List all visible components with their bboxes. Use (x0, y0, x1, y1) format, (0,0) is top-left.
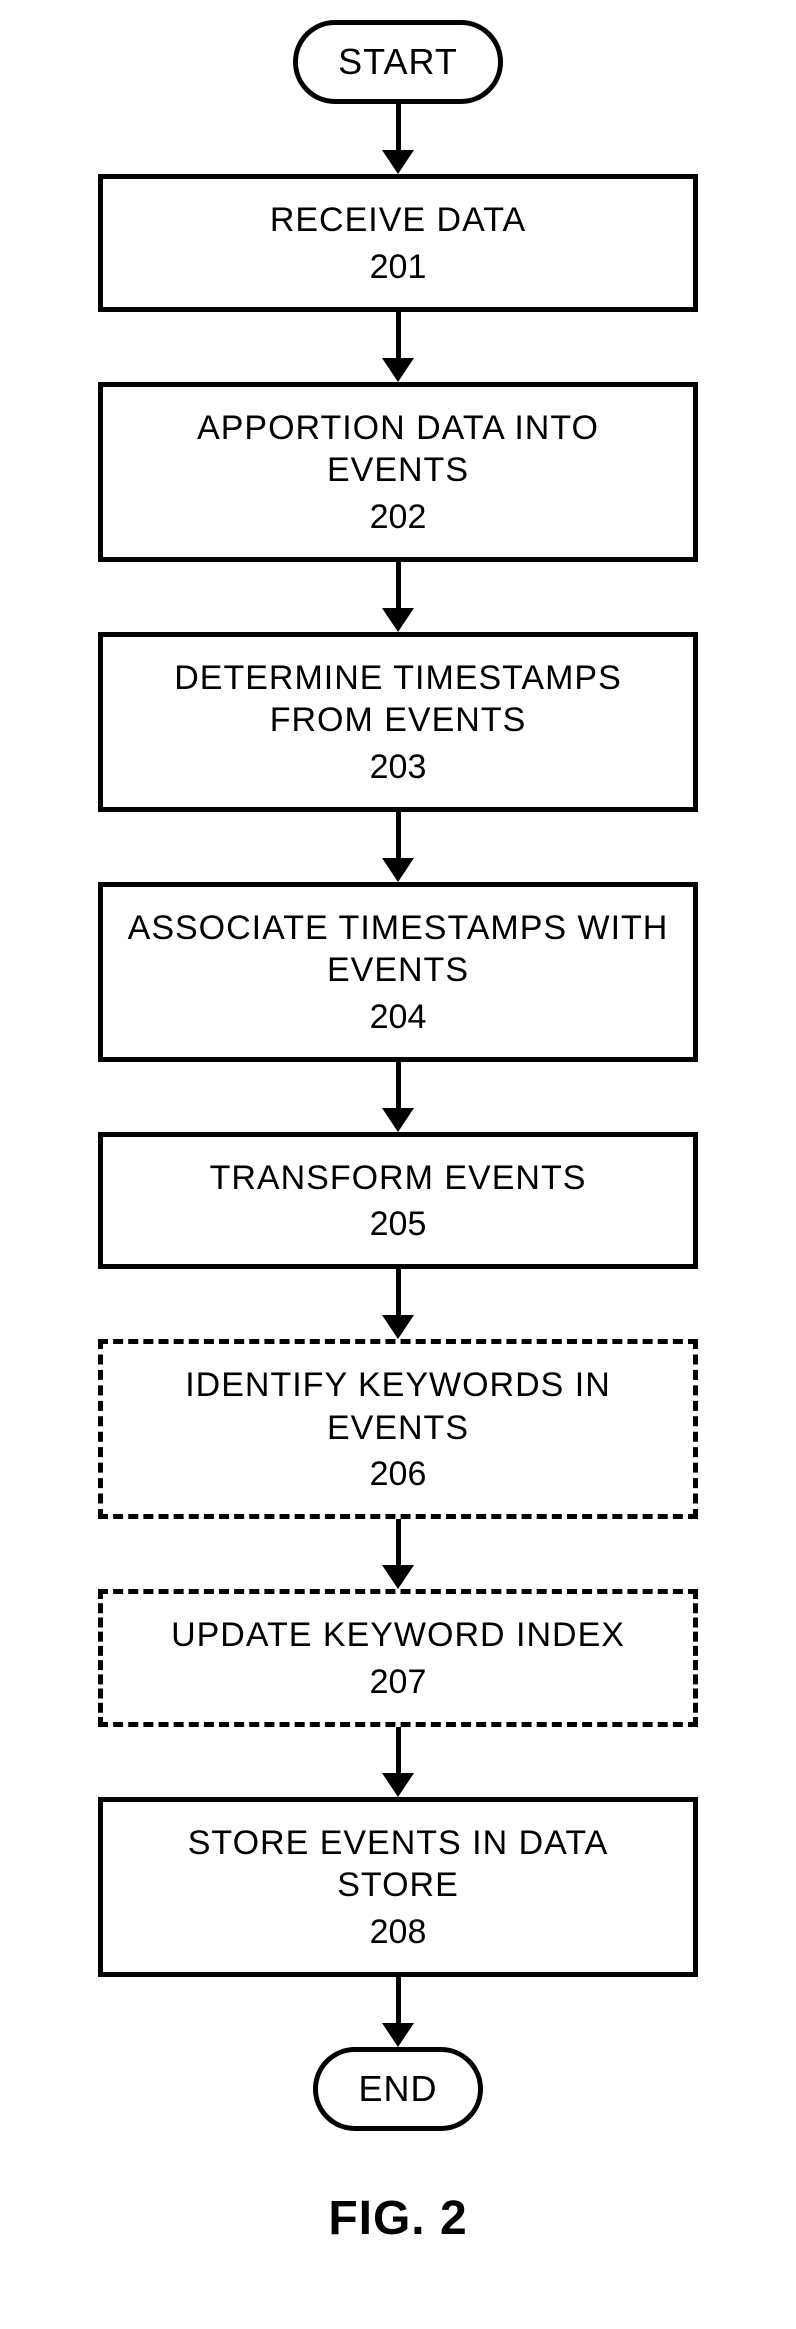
box-number: 201 (123, 248, 673, 287)
arrow (382, 562, 414, 632)
arrow-head (382, 1108, 414, 1132)
box-title: IDENTIFY KEYWORDS IN EVENTS (123, 1364, 673, 1449)
start-label: START (338, 41, 458, 82)
arrow-line (396, 1269, 401, 1316)
box-number: 205 (123, 1205, 673, 1244)
box-title: STORE EVENTS IN DATA STORE (123, 1822, 673, 1907)
arrow (382, 312, 414, 382)
arrow (382, 1727, 414, 1797)
arrow (382, 1269, 414, 1339)
box-title: UPDATE KEYWORD INDEX (123, 1614, 673, 1657)
arrow-line (396, 562, 401, 609)
arrow-line (396, 312, 401, 359)
box-title: APPORTION DATA INTO EVENTS (123, 407, 673, 492)
process-box-201: RECEIVE DATA 201 (98, 174, 698, 312)
box-number: 208 (123, 1913, 673, 1952)
arrow-head (382, 2023, 414, 2047)
process-box-205: TRANSFORM EVENTS 205 (98, 1132, 698, 1270)
arrow-line (396, 1727, 401, 1774)
arrow-line (396, 104, 401, 151)
end-terminal: END (313, 2047, 482, 2131)
box-number: 206 (123, 1455, 673, 1494)
process-box-206: IDENTIFY KEYWORDS IN EVENTS 206 (98, 1339, 698, 1519)
arrow (382, 1062, 414, 1132)
process-box-204: ASSOCIATE TIMESTAMPS WITH EVENTS 204 (98, 882, 698, 1062)
process-box-203: DETERMINE TIMESTAMPS FROM EVENTS 203 (98, 632, 698, 812)
process-box-208: STORE EVENTS IN DATA STORE 208 (98, 1797, 698, 1977)
arrow-head (382, 1565, 414, 1589)
arrow-head (382, 608, 414, 632)
arrow-head (382, 150, 414, 174)
arrow-head (382, 1315, 414, 1339)
box-number: 202 (123, 498, 673, 537)
arrow (382, 104, 414, 174)
figure-caption: FIG. 2 (328, 2191, 467, 2246)
arrow-head (382, 1773, 414, 1797)
arrow-line (396, 812, 401, 859)
process-box-202: APPORTION DATA INTO EVENTS 202 (98, 382, 698, 562)
box-title: DETERMINE TIMESTAMPS FROM EVENTS (123, 657, 673, 742)
box-title: ASSOCIATE TIMESTAMPS WITH EVENTS (123, 907, 673, 992)
arrow (382, 812, 414, 882)
box-number: 204 (123, 998, 673, 1037)
process-box-207: UPDATE KEYWORD INDEX 207 (98, 1589, 698, 1727)
start-terminal: START (293, 20, 503, 104)
box-number: 207 (123, 1663, 673, 1702)
box-number: 203 (123, 748, 673, 787)
arrow (382, 1519, 414, 1589)
arrow-line (396, 1977, 401, 2024)
box-title: RECEIVE DATA (123, 199, 673, 242)
arrow-head (382, 358, 414, 382)
arrow-line (396, 1519, 401, 1566)
arrow-line (396, 1062, 401, 1109)
flowchart: START RECEIVE DATA 201 APPORTION DATA IN… (0, 0, 796, 2286)
end-label: END (358, 2068, 437, 2109)
box-title: TRANSFORM EVENTS (123, 1157, 673, 1200)
arrow-head (382, 858, 414, 882)
arrow (382, 1977, 414, 2047)
